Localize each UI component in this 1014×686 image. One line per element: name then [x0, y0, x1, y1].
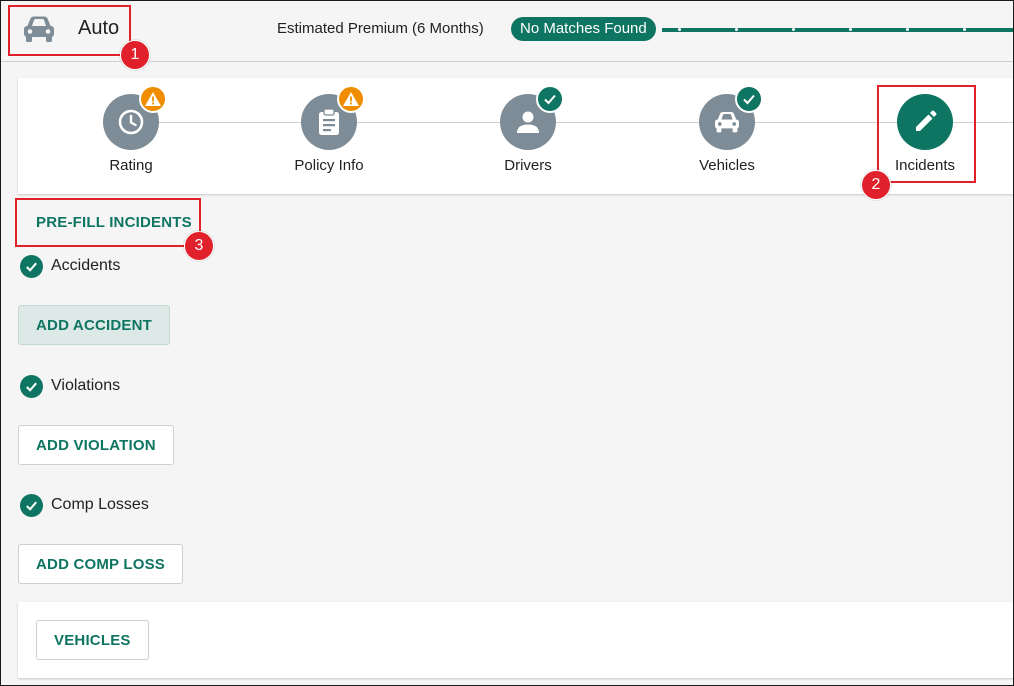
comp-losses-label: Comp Losses — [51, 496, 149, 513]
warning-icon — [337, 85, 365, 113]
step-policy-info-label: Policy Info — [294, 157, 364, 174]
car-icon — [715, 112, 739, 133]
step-vehicles-label: Vehicles — [699, 157, 755, 174]
check-icon — [536, 85, 564, 113]
step-policy-info-circle — [301, 85, 365, 150]
premium-label: Estimated Premium (6 Months) — [277, 20, 484, 37]
add-comp-loss-button[interactable]: ADD COMP LOSS — [18, 544, 184, 584]
warning-icon — [139, 85, 167, 113]
accidents-label: Accidents — [51, 257, 121, 274]
clipboard-icon — [319, 108, 339, 135]
check-icon — [735, 85, 763, 113]
step-incidents[interactable]: Incidents — [855, 94, 995, 174]
accidents-section-header: Accidents — [20, 254, 120, 278]
step-drivers[interactable]: Drivers — [458, 85, 598, 174]
annotation-number-1: 1 — [120, 40, 150, 70]
add-violation-button[interactable]: ADD VIOLATION — [18, 425, 174, 465]
add-accident-button[interactable]: ADD ACCIDENT — [18, 305, 171, 345]
vehicles-button[interactable]: VEHICLES — [36, 620, 149, 660]
step-incidents-circle — [897, 94, 953, 150]
step-policy-info[interactable]: Policy Info — [259, 85, 399, 174]
check-circle-icon — [20, 254, 43, 278]
check-circle-icon — [20, 493, 43, 517]
navigation-footer-card: VEHICLES — [18, 602, 1014, 678]
step-drivers-circle — [500, 85, 564, 150]
step-rating-circle — [103, 85, 167, 150]
header-bar: Auto Estimated Premium (6 Months) No Mat… — [0, 0, 1014, 62]
person-icon — [517, 111, 539, 133]
check-circle-icon — [20, 374, 43, 398]
step-drivers-label: Drivers — [504, 157, 552, 174]
step-rating-label: Rating — [109, 157, 153, 174]
step-rating[interactable]: Rating — [61, 85, 201, 174]
annotation-number-2: 2 — [861, 170, 891, 200]
clock-icon — [118, 109, 144, 135]
prefill-incidents-button[interactable]: PRE-FILL INCIDENTS — [18, 202, 210, 242]
premium-status-badge: No Matches Found — [511, 17, 656, 41]
car-icon — [22, 14, 56, 44]
violations-label: Violations — [51, 377, 121, 394]
violations-section-header: Violations — [20, 374, 120, 398]
pencil-icon — [916, 110, 937, 131]
comp-losses-section-header: Comp Losses — [20, 493, 149, 517]
app-title: Auto — [78, 17, 120, 39]
premium-progress-track — [662, 28, 1014, 32]
step-vehicles[interactable]: Vehicles — [657, 85, 797, 174]
step-vehicles-circle — [699, 85, 763, 150]
annotation-number-3: 3 — [184, 231, 214, 261]
